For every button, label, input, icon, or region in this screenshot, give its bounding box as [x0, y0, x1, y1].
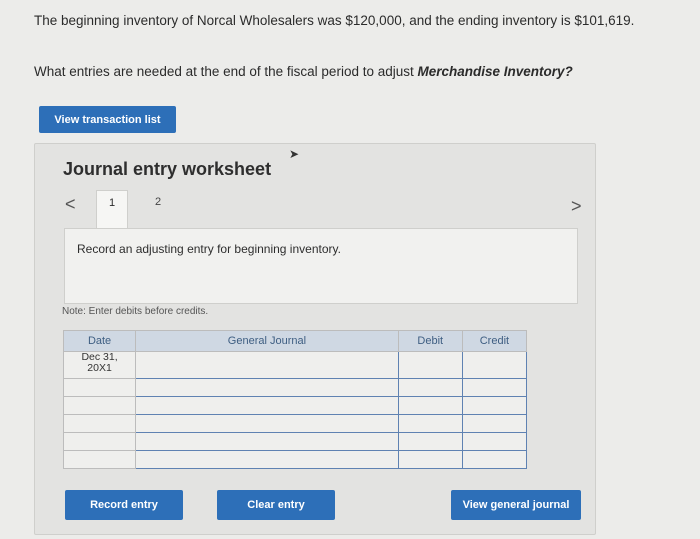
- journal-entry-worksheet-panel: Journal entry worksheet ➤ < 1 2 > Record…: [34, 143, 596, 535]
- general-journal-header: General Journal: [135, 330, 399, 352]
- date-header: Date: [62, 330, 137, 352]
- credit-input[interactable]: [461, 432, 528, 451]
- note-text: Note: Enter debits before credits.: [62, 306, 209, 317]
- tab-2[interactable]: 2: [143, 190, 173, 228]
- table-row: [62, 450, 528, 469]
- table-header-row: Date General Journal Debit Credit: [62, 330, 528, 352]
- question-text-entries: What entries are needed at the end of th…: [34, 64, 573, 79]
- table-row: Dec 31, 20X1: [62, 351, 528, 379]
- journal-table: Date General Journal Debit Credit Dec 31…: [62, 330, 528, 469]
- debit-input[interactable]: [397, 351, 463, 379]
- date-cell: [62, 396, 137, 415]
- debit-input[interactable]: [397, 396, 463, 415]
- account-input[interactable]: [135, 351, 399, 379]
- credit-input[interactable]: [461, 396, 528, 415]
- table-row: [62, 396, 528, 415]
- credit-header: Credit: [461, 330, 528, 352]
- view-general-journal-button[interactable]: View general journal: [451, 490, 581, 520]
- date-cell: [62, 450, 137, 469]
- date-cell: [62, 378, 137, 397]
- debit-header: Debit: [397, 330, 463, 352]
- tab-1[interactable]: 1: [96, 190, 128, 229]
- record-entry-button[interactable]: Record entry: [65, 490, 183, 520]
- account-input[interactable]: [135, 378, 399, 397]
- debit-input[interactable]: [397, 432, 463, 451]
- date-cell: Dec 31, 20X1: [62, 351, 137, 379]
- credit-input[interactable]: [461, 378, 528, 397]
- instruction-text: Record an adjusting entry for beginning …: [77, 242, 341, 256]
- table-row: [62, 414, 528, 433]
- date-cell: [62, 432, 137, 451]
- debit-input[interactable]: [397, 450, 463, 469]
- table-row: [62, 432, 528, 451]
- date-cell: [62, 414, 137, 433]
- account-input[interactable]: [135, 450, 399, 469]
- view-transaction-list-button[interactable]: View transaction list: [39, 106, 176, 133]
- credit-input[interactable]: [461, 414, 528, 433]
- table-row: [62, 378, 528, 397]
- credit-input[interactable]: [461, 351, 528, 379]
- clear-entry-button[interactable]: Clear entry: [217, 490, 335, 520]
- instruction-box: Record an adjusting entry for beginning …: [64, 228, 578, 304]
- chevron-right-icon[interactable]: >: [571, 196, 582, 217]
- account-input[interactable]: [135, 432, 399, 451]
- question-text-emphasis: Merchandise Inventory?: [417, 64, 573, 79]
- worksheet-title: Journal entry worksheet: [63, 159, 272, 179]
- question-text-prefix: What entries are needed at the end of th…: [34, 64, 418, 79]
- date-line-2: 20X1: [87, 362, 112, 374]
- chevron-left-icon[interactable]: <: [65, 194, 76, 215]
- debit-input[interactable]: [397, 414, 463, 433]
- debit-input[interactable]: [397, 378, 463, 397]
- question-text-inventory: The beginning inventory of Norcal Wholes…: [34, 13, 635, 28]
- credit-input[interactable]: [461, 450, 528, 469]
- mouse-cursor-icon: ➤: [289, 147, 300, 161]
- account-input[interactable]: [135, 414, 399, 433]
- account-input[interactable]: [135, 396, 399, 415]
